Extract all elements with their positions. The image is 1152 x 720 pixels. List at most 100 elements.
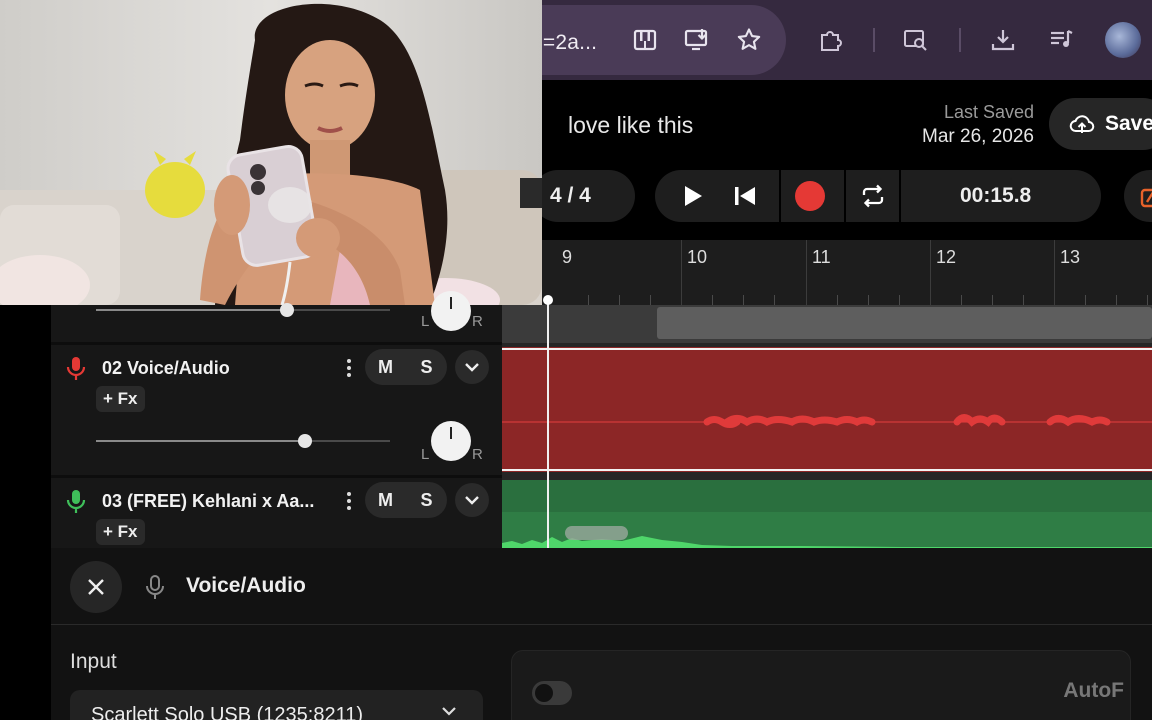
project-header: love like this Last Saved Mar 26, 2026 S… [532, 80, 1152, 240]
track-menu-button[interactable] [342, 490, 356, 512]
mute-solo-group: M S [365, 349, 447, 385]
extensions-icon[interactable] [814, 24, 846, 56]
monitor-toggle[interactable] [532, 681, 572, 705]
pan-left-label: L [421, 446, 430, 463]
track-menu-button[interactable] [342, 357, 356, 379]
mute-button[interactable]: M [365, 482, 406, 518]
timeline-ruler[interactable]: 9 10 11 12 13 [542, 240, 1152, 305]
beat-tick [837, 295, 838, 305]
volume-slider[interactable] [96, 303, 390, 317]
volume-slider-fill [96, 309, 286, 311]
track-name[interactable]: 03 (FREE) Kehlani x Aa... [102, 491, 314, 512]
chevron-down-icon [465, 363, 479, 372]
project-title[interactable]: love like this [568, 112, 693, 139]
save-button[interactable]: Save [1049, 98, 1152, 150]
auto-label: AutoF [1063, 679, 1124, 702]
track-detail-panel: Voice/Audio Input Scarlett Solo USB (123… [51, 548, 1152, 720]
arrangement-area[interactable] [502, 305, 1152, 548]
add-fx-button[interactable]: + Fx [96, 386, 145, 412]
microphone-icon [66, 490, 86, 513]
horizontal-scrollbar [565, 526, 628, 540]
track-expand-button[interactable] [455, 350, 489, 384]
beat-tick [992, 295, 993, 305]
loop-icon [862, 184, 884, 208]
skip-back-icon [735, 187, 755, 205]
pan-knob[interactable] [431, 421, 471, 461]
pan-right-label: R [472, 446, 483, 463]
record-icon [795, 181, 825, 211]
metronome-button[interactable] [1124, 170, 1152, 222]
arrangement-canvas [502, 305, 1152, 548]
webcam-video [0, 0, 542, 305]
panel-header: Voice/Audio [51, 548, 1152, 625]
solo-button[interactable]: S [406, 482, 447, 518]
transport-controls: 00:15.8 [655, 170, 1101, 222]
monitor-settings-card: AutoF [511, 650, 1131, 720]
address-bar-url[interactable]: l=2a... [538, 31, 597, 55]
microphone-icon [146, 575, 164, 599]
install-app-icon[interactable] [681, 24, 713, 56]
mute-button[interactable]: M [365, 349, 406, 385]
bar-line [806, 240, 807, 305]
mute-solo-group: M S [365, 482, 447, 518]
playhead[interactable] [547, 296, 549, 548]
panel-title: Voice/Audio [186, 574, 306, 597]
transport-divider [899, 170, 901, 222]
pan-knob[interactable] [431, 291, 471, 331]
beat-tick [774, 295, 775, 305]
timecode-display: 00:15.8 [960, 170, 1110, 222]
bookmark-star-icon[interactable] [733, 24, 765, 56]
beat-tick [1147, 295, 1148, 305]
close-panel-button[interactable] [70, 561, 122, 613]
add-fx-button[interactable]: + Fx [96, 519, 145, 545]
solo-button[interactable]: S [406, 349, 447, 385]
play-icon [685, 186, 702, 206]
track-header-03[interactable]: 03 (FREE) Kehlani x Aa... M S + Fx [51, 478, 502, 548]
bar-line [681, 240, 682, 305]
beat-tick [899, 295, 900, 305]
play-button[interactable] [667, 170, 719, 222]
input-device-select[interactable]: Scarlett Solo USB (1235:8211) [70, 690, 483, 720]
cloud-upload-icon [1069, 115, 1095, 133]
beat-tick [961, 295, 962, 305]
beat-tick [1023, 295, 1024, 305]
lane-02 [502, 347, 1152, 472]
bar-counter[interactable]: 4 / 4 [532, 170, 635, 222]
bar-number: 10 [687, 247, 708, 267]
volume-slider-thumb[interactable] [297, 434, 312, 448]
input-label: Input [70, 650, 117, 673]
beat-tick [619, 295, 620, 305]
save-button-label: Save [1105, 112, 1152, 135]
volume-slider[interactable] [96, 434, 390, 448]
beat-tick [650, 295, 651, 305]
pan-left-label: L [421, 313, 430, 330]
timecode-value: 00:15.8 [960, 184, 1032, 207]
profile-avatar[interactable] [1105, 22, 1141, 58]
track-list: L R 02 Voice/Audio M S + Fx L R 03 (FREE… [51, 291, 502, 548]
chevron-down-icon [442, 707, 456, 716]
beat-tick [712, 295, 713, 305]
rewind-to-start-button[interactable] [719, 170, 771, 222]
search-tab-icon[interactable] [900, 24, 932, 56]
record-button[interactable] [784, 170, 836, 222]
media-queue-icon[interactable] [1046, 24, 1078, 56]
last-saved-date: Mar 26, 2026 [922, 126, 1034, 147]
microphone-icon [66, 357, 86, 380]
transport-divider [844, 170, 846, 222]
playhead-handle[interactable] [543, 295, 553, 305]
bar-counter-value: 4 / 4 [550, 184, 591, 207]
transport-divider [779, 170, 781, 222]
volume-slider-fill [96, 440, 305, 442]
downloads-icon[interactable] [987, 24, 1019, 56]
track-header-02[interactable]: 02 Voice/Audio M S + Fx L R [51, 345, 502, 475]
track-header-01-partial: L R [51, 291, 502, 342]
audio-clip-01 [657, 307, 1152, 339]
toolbar-divider [873, 28, 875, 52]
loop-button[interactable] [847, 170, 899, 222]
piano-icon[interactable] [629, 24, 661, 56]
track-name[interactable]: 02 Voice/Audio [102, 358, 230, 379]
bar-number: 11 [812, 247, 831, 267]
track-expand-button[interactable] [455, 483, 489, 517]
volume-slider-thumb[interactable] [280, 303, 294, 317]
browser-toolbar: l=2a... [538, 0, 1152, 80]
